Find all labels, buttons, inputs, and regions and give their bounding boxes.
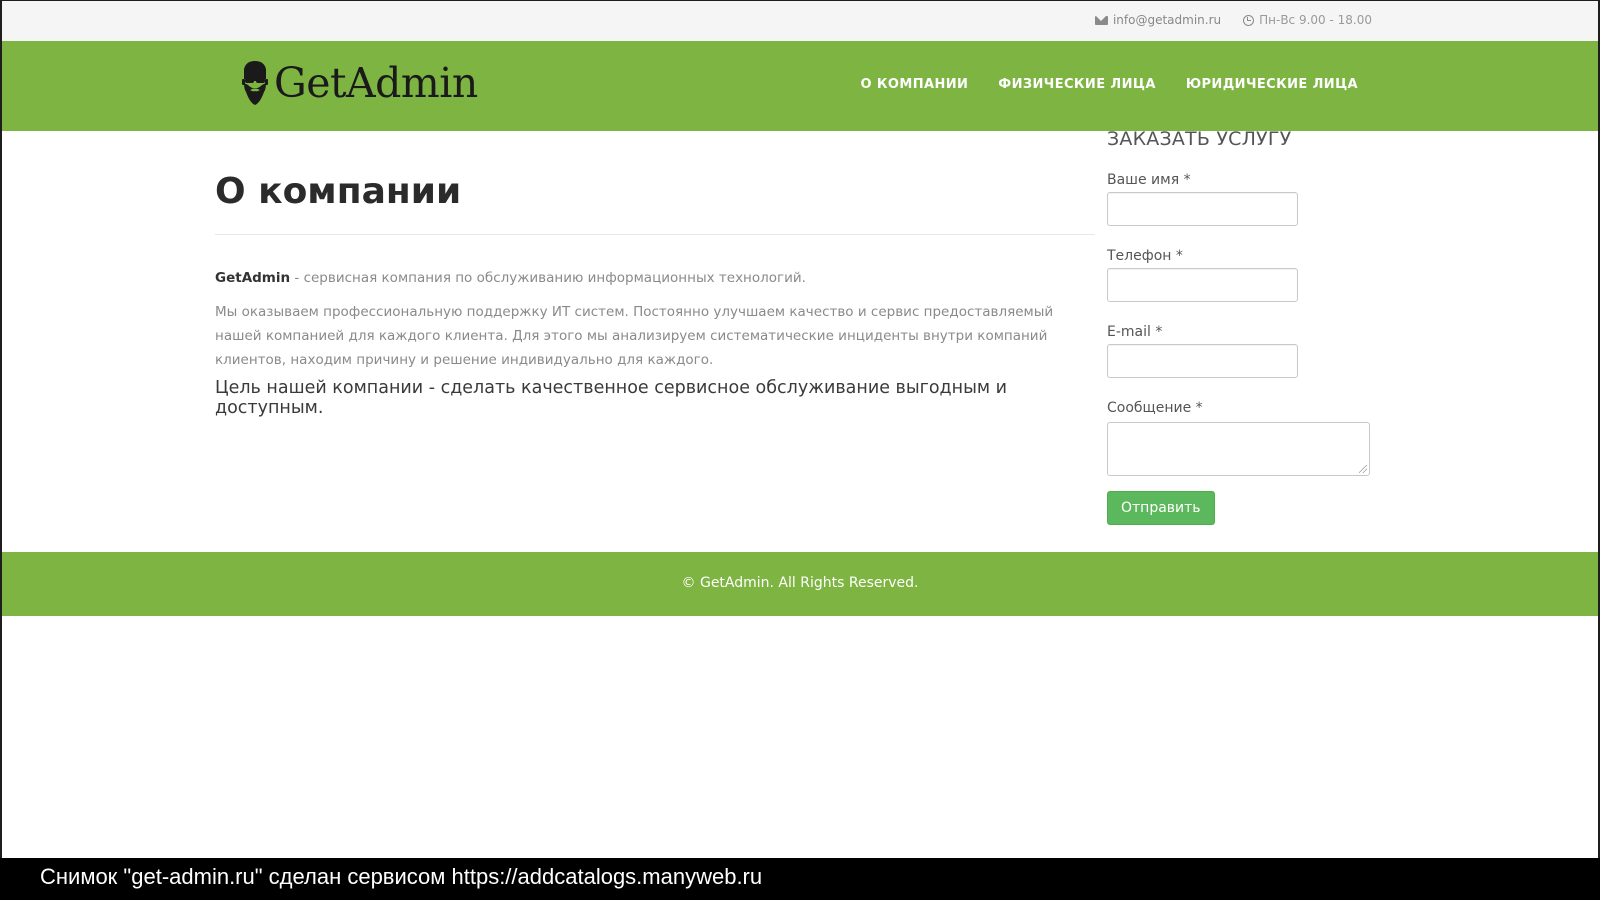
order-form-title: ЗАКАЗАТЬ УСЛУГУ — [1107, 128, 1292, 150]
working-hours: Пн-Вс 9.00 - 18.00 — [1243, 13, 1372, 27]
site-footer: © GetAdmin. All Rights Reserved. — [2, 552, 1598, 616]
nav-item-about[interactable]: О КОМПАНИИ — [861, 77, 969, 92]
order-form: ЗАКАЗАТЬ УСЛУГУ Ваше имя * Телефон * E-m… — [1107, 128, 1372, 525]
site-header: GetAdmin О КОМПАНИИ ФИЗИЧЕСКИЕ ЛИЦА ЮРИД… — [2, 41, 1598, 131]
resize-grip-icon[interactable] — [1359, 465, 1367, 473]
bearded-man-logo-icon — [242, 61, 268, 105]
phone-label: Телефон * — [1107, 248, 1183, 264]
email-text[interactable]: info@getadmin.ru — [1113, 13, 1221, 27]
nav-item-businesses[interactable]: ЮРИДИЧЕСКИЕ ЛИЦА — [1186, 77, 1358, 92]
hours-text: Пн-Вс 9.00 - 18.00 — [1259, 13, 1372, 27]
nav-item-individuals[interactable]: ФИЗИЧЕСКИЕ ЛИЦА — [998, 77, 1156, 92]
phone-input[interactable] — [1107, 268, 1298, 302]
main-content: О компании GetAdmin - сервисная компания… — [215, 131, 1095, 418]
email-label: E-mail * — [1107, 324, 1163, 340]
clock-icon — [1243, 14, 1255, 26]
main-nav: О КОМПАНИИ ФИЗИЧЕСКИЕ ЛИЦА ЮРИДИЧЕСКИЕ Л… — [861, 77, 1358, 92]
submit-button[interactable]: Отправить — [1107, 491, 1215, 525]
site-logo[interactable]: GetAdmin — [240, 59, 478, 107]
top-contact-bar: info@getadmin.ru Пн-Вс 9.00 - 18.00 — [2, 1, 1598, 41]
message-label: Сообщение * — [1107, 400, 1203, 416]
description-paragraph: Мы оказываем профессиональную поддержку … — [215, 304, 1054, 368]
page-title: О компании — [215, 171, 462, 212]
intro-rest: - сервисная компания по обслуживанию инф… — [290, 270, 806, 286]
logo-text[interactable]: GetAdmin — [274, 59, 478, 107]
envelope-icon — [1094, 15, 1108, 25]
intro-text: GetAdmin - сервисная компания по обслужи… — [215, 268, 1095, 288]
name-label: Ваше имя * — [1107, 172, 1191, 188]
contact-info: info@getadmin.ru Пн-Вс 9.00 - 18.00 — [1094, 13, 1372, 27]
company-goal: Цель нашей компании - сделать качественн… — [215, 378, 1008, 418]
intro-brand: GetAdmin — [215, 270, 291, 286]
screenshot-caption-band: Снимок "get-admin.ru" сделан сервисом ht… — [0, 858, 1600, 900]
screenshot-caption: Снимок "get-admin.ru" сделан сервисом ht… — [40, 864, 763, 889]
copyright-text: © GetAdmin. All Rights Reserved. — [681, 575, 919, 591]
email-input[interactable] — [1107, 344, 1298, 378]
title-divider — [215, 234, 1095, 235]
name-input[interactable] — [1107, 192, 1298, 226]
message-textarea[interactable] — [1107, 422, 1370, 476]
email-contact[interactable]: info@getadmin.ru — [1094, 13, 1221, 27]
